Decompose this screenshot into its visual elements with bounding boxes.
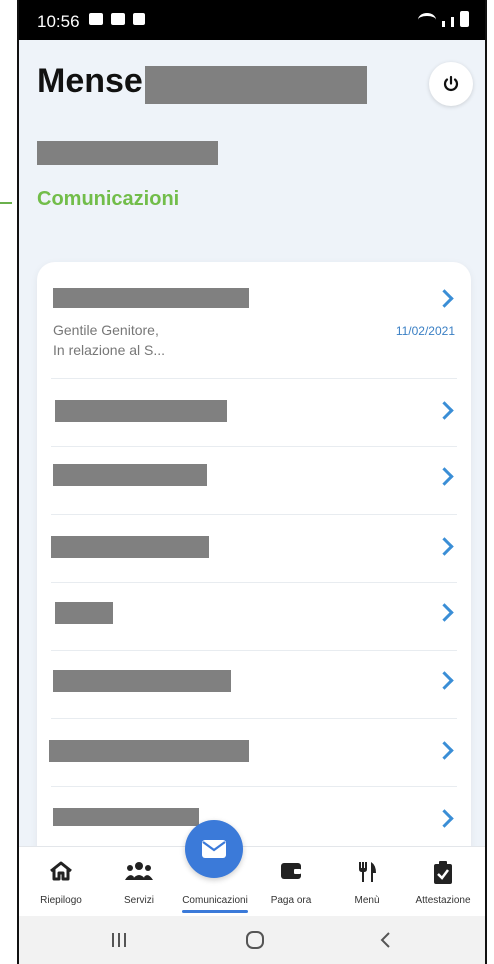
signal-icon: [442, 21, 445, 27]
list-item[interactable]: [51, 514, 457, 583]
power-icon: [443, 75, 459, 91]
gallery-icon: [89, 13, 103, 25]
users-icon: [125, 862, 153, 880]
battery-icon: [460, 11, 469, 27]
recent-apps-icon: [112, 933, 126, 947]
nav-servizi[interactable]: Servizi: [101, 847, 177, 917]
list-item[interactable]: [51, 446, 457, 515]
list-item[interactable]: [51, 378, 457, 447]
clipboard-check-icon: [434, 861, 452, 884]
list-item[interactable]: [51, 786, 457, 854]
active-tab-indicator: [182, 910, 248, 913]
page-title: Mense: [37, 62, 143, 100]
nav-paga-ora[interactable]: Paga ora: [253, 847, 329, 917]
chevron-right-icon: [435, 467, 454, 486]
chevron-right-icon: [435, 671, 454, 690]
redacted-subject: [53, 670, 231, 692]
chevron-right-icon: [435, 289, 454, 308]
redacted-subtitle: [37, 141, 218, 165]
nav-label: Menù: [354, 895, 380, 906]
back-icon: [380, 932, 390, 948]
fork-knife-icon: [359, 862, 376, 882]
home-circle-icon: [246, 931, 264, 949]
message-date: 11/02/2021: [395, 324, 455, 338]
chevron-right-icon: [435, 809, 454, 828]
system-navigation-bar: [19, 916, 485, 964]
envelope-icon: [202, 840, 226, 858]
logout-button[interactable]: [429, 62, 473, 106]
message-preview: Gentile Genitore, In relazione al S...: [53, 322, 166, 358]
nav-riepilogo[interactable]: Riepilogo: [23, 847, 99, 917]
messages-card: Gentile Genitore, In relazione al S... 1…: [37, 262, 471, 882]
list-item[interactable]: [51, 650, 457, 719]
redacted-subject: [53, 808, 199, 826]
list-item[interactable]: Gentile Genitore, In relazione al S... 1…: [51, 262, 457, 379]
redacted-subject: [53, 464, 207, 486]
home-system-button[interactable]: [235, 928, 275, 952]
list-item[interactable]: [51, 582, 457, 651]
section-title: Comunicazioni: [37, 188, 180, 210]
redacted-subject: [55, 400, 227, 422]
wifi-icon: [418, 13, 436, 27]
chevron-right-icon: [435, 401, 454, 420]
nav-menu[interactable]: Menù: [329, 847, 405, 917]
home-icon: [50, 861, 72, 881]
redacted-subject: [51, 536, 209, 558]
bottom-navigation: Riepilogo Servizi Comunicazioni Paga ora: [19, 846, 485, 917]
redacted-subject: [53, 288, 249, 308]
recent-apps-button[interactable]: [99, 928, 139, 952]
status-time: 10:56: [37, 12, 80, 31]
weather-icon: [111, 13, 125, 25]
list-item[interactable]: [49, 718, 457, 787]
status-bar: 10:56: [19, 0, 485, 40]
redacted-title-part: [145, 66, 367, 104]
back-button[interactable]: [365, 928, 405, 952]
phone-screen: 10:56 Mense Comunicazioni Gentile Genito…: [17, 0, 487, 964]
nav-attestazione[interactable]: Attestazione: [405, 847, 481, 917]
nav-label: Servizi: [123, 895, 154, 906]
redacted-subject: [55, 602, 113, 624]
notification-icon: [133, 13, 145, 25]
nav-label: Riepilogo: [40, 895, 82, 906]
nav-label: Attestazione: [415, 895, 471, 906]
chevron-right-icon: [435, 603, 454, 622]
chevron-right-icon: [435, 537, 454, 556]
annotation-line: [0, 202, 12, 204]
wallet-icon: [281, 863, 301, 879]
redacted-subject: [49, 740, 249, 762]
chevron-right-icon: [435, 741, 454, 760]
nav-label: Paga ora: [270, 895, 312, 906]
comunicazioni-fab-button[interactable]: [185, 820, 243, 878]
nav-label: Comunicazioni: [182, 895, 248, 906]
